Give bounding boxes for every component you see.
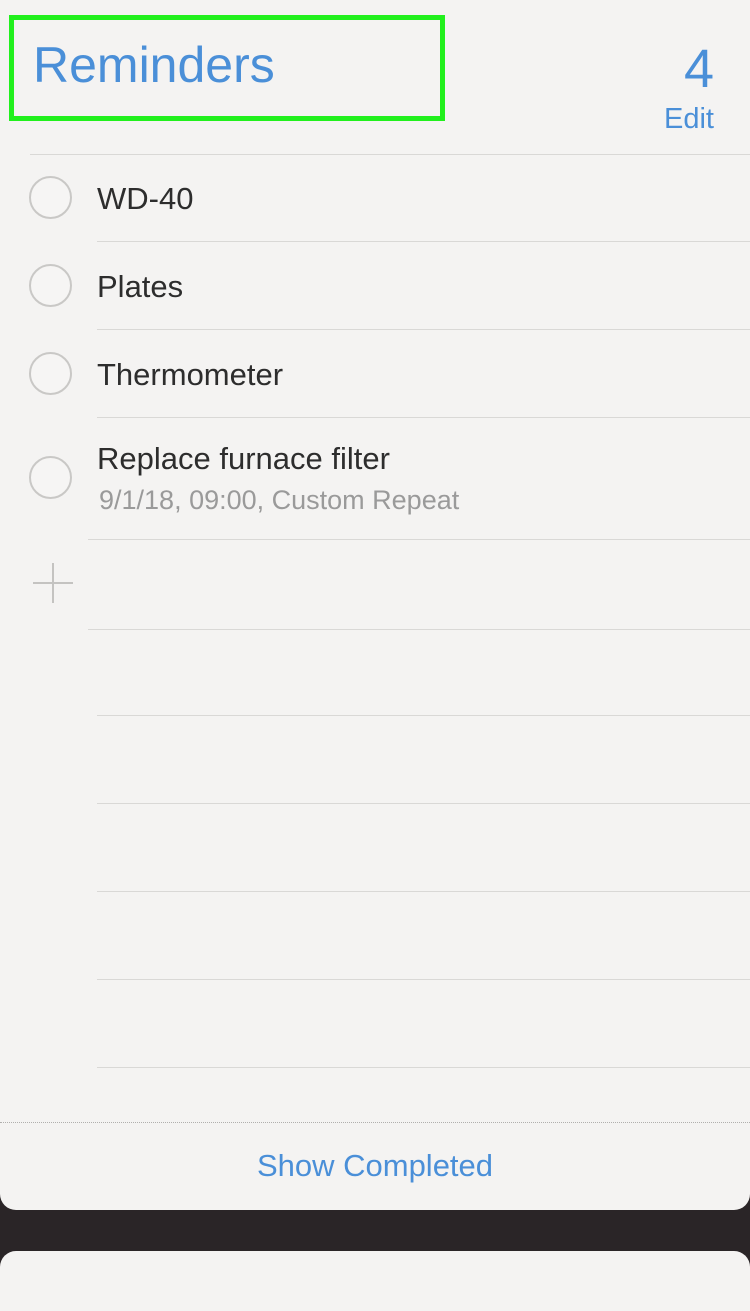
reminder-item[interactable]: WD-40 [0, 154, 750, 242]
divider [88, 629, 750, 630]
checkbox-circle-icon[interactable] [29, 352, 72, 395]
widget-title[interactable]: Reminders [33, 36, 275, 94]
reminder-item[interactable]: Plates [0, 242, 750, 329]
reminder-item[interactable]: Thermometer [0, 330, 750, 417]
checkbox-circle-icon[interactable] [29, 176, 72, 219]
divider [97, 803, 750, 804]
show-completed-button[interactable]: Show Completed [0, 1148, 750, 1184]
divider [88, 539, 750, 540]
reminder-count: 4 [683, 39, 714, 99]
checkbox-circle-icon[interactable] [29, 264, 72, 307]
reminder-title: Plates [97, 269, 184, 304]
reminders-widget: Reminders 4 Edit WD-40 Plates Thermomete… [0, 0, 750, 1210]
edit-button[interactable]: Edit [664, 103, 714, 136]
divider [97, 979, 750, 980]
divider [97, 1067, 750, 1068]
next-widget-card [0, 1251, 750, 1311]
plus-icon[interactable] [33, 563, 73, 603]
reminder-detail: 9/1/18, 09:00, Custom Repeat [99, 485, 460, 515]
reminder-title: Thermometer [97, 357, 284, 392]
reminder-title: Replace furnace filter [97, 441, 390, 476]
divider [97, 891, 750, 892]
divider [97, 715, 750, 716]
footer-divider [0, 1122, 750, 1123]
reminder-item[interactable]: Replace furnace filter 9/1/18, 09:00, Cu… [0, 418, 750, 539]
checkbox-circle-icon[interactable] [29, 456, 72, 499]
reminder-title: WD-40 [97, 181, 194, 216]
